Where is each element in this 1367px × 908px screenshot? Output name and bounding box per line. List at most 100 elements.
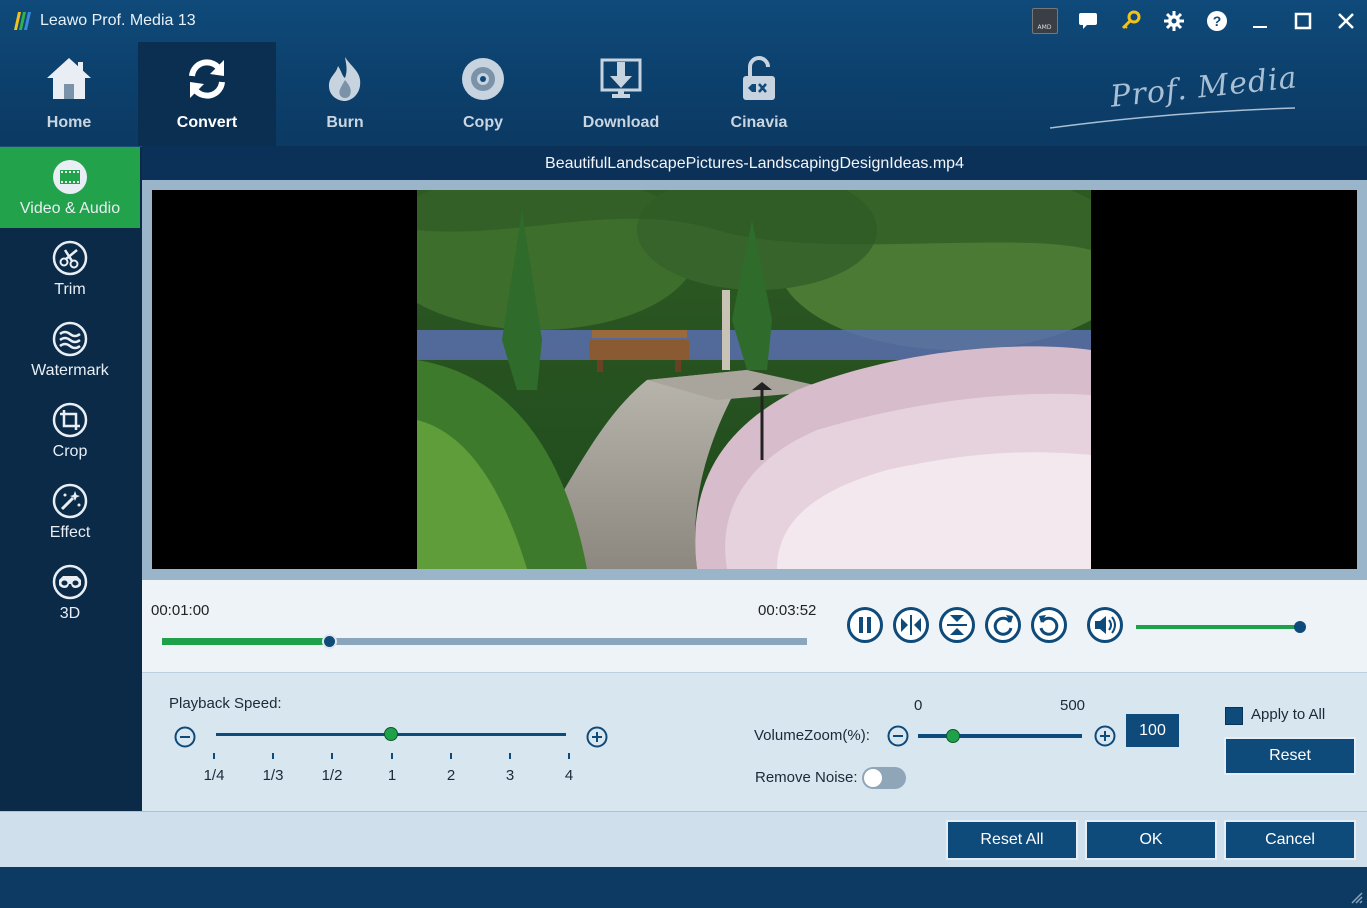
nav-home-label: Home [46,114,92,131]
current-time: 00:01:00 [151,602,210,619]
app-title: Leawo Prof. Media 13 [40,12,196,29]
cancel-button[interactable]: Cancel [1224,820,1356,860]
speed-tick-label: 2 [446,767,456,784]
volume-zoom-decrease-button[interactable] [887,725,909,747]
speed-increase-button[interactable] [586,726,608,748]
watermark-icon [52,321,88,356]
sidebar-item-trim[interactable]: Trim [0,228,140,309]
speed-tick-label: 3 [505,767,515,784]
crop-icon [52,402,88,437]
nav-download[interactable]: Download [552,42,690,146]
volume-slider[interactable] [1136,625,1302,629]
video-frame-image [417,190,1091,569]
volume-zoom-slider[interactable] [918,734,1082,738]
total-time: 00:03:52 [758,602,817,619]
volume-handle[interactable] [1294,621,1306,633]
main-nav: Home Convert Burn Copy Download Cinavia [0,42,828,146]
volume-zoom-min: 0 [914,697,923,714]
seek-handle[interactable] [321,634,337,649]
pause-button[interactable] [846,606,884,644]
speed-tick-mark [568,753,570,759]
sidebar-item-crop[interactable]: Crop [0,390,140,471]
volume-zoom-increase-button[interactable] [1094,725,1116,747]
nav-copy-label: Copy [463,114,503,131]
chat-icon[interactable] [1066,0,1109,42]
nav-convert[interactable]: Convert [138,42,276,146]
rotate-clockwise-button[interactable] [984,606,1022,644]
close-icon[interactable] [1324,0,1367,42]
flip-horizontal-button[interactable] [892,606,930,644]
gear-icon[interactable] [1152,0,1195,42]
maximize-icon[interactable] [1281,0,1324,42]
speed-tick-label: 1 [387,767,397,784]
nav-burn[interactable]: Burn [276,42,414,146]
film-icon [53,159,87,194]
speed-tick-label: 1/4 [203,767,225,784]
remove-noise-toggle[interactable] [862,767,906,789]
svg-text:?: ? [1212,13,1221,29]
amd-icon[interactable]: AMD [1023,0,1066,42]
title-bar-icons: AMD ? [1023,0,1367,42]
speed-tick-mark [331,753,333,759]
nav-cinavia-label: Cinavia [730,114,788,131]
playback-controls: 00:01:00 00:03:52 [142,580,1367,672]
volume-zoom-handle[interactable] [946,729,960,743]
ok-button[interactable]: OK [1085,820,1217,860]
nav-home[interactable]: Home [0,42,138,146]
brand-swoosh [1049,107,1296,129]
key-icon[interactable] [1109,0,1152,42]
resize-grip-icon[interactable] [1349,890,1363,904]
seek-bar[interactable] [162,634,807,649]
nav-burn-label: Burn [326,114,364,131]
sidebar-item-3d[interactable]: 3D [0,552,140,633]
sidebar-item-label: Watermark [31,361,109,379]
sidebar-item-video-audio[interactable]: Video & Audio [0,147,140,228]
settings-panel: Playback Speed: 1/4 1/3 1/2 1 2 3 4 VolumeZoom… [142,672,1367,811]
download-icon [600,58,642,98]
speed-tick-label: 1/2 [321,767,343,784]
speed-handle[interactable] [384,727,398,741]
nav-copy[interactable]: Copy [414,42,552,146]
sidebar-item-label: Video & Audio [19,199,121,217]
rotate-counterclockwise-button[interactable] [1030,606,1068,644]
nav-cinavia[interactable]: Cinavia [690,42,828,146]
toggle-knob [864,769,882,787]
sidebar-item-label: Trim [54,280,86,298]
speed-tick-mark [509,753,511,759]
speed-tick-label: 4 [564,767,574,784]
apply-to-all-checkbox[interactable] [1225,707,1243,725]
volume-icon[interactable] [1086,606,1124,644]
speed-tick-mark [391,753,393,759]
app-logo-icon [14,12,31,30]
brand-logo: Prof. Media [1040,60,1310,137]
top-bar: Leawo Prof. Media 13 AMD ? Home Convert … [0,0,1367,146]
volume-zoom-value[interactable]: 100 [1126,714,1179,747]
magic-wand-icon [52,483,88,518]
3d-glasses-icon [52,564,88,599]
nav-convert-label: Convert [176,114,238,131]
speed-tick-mark [450,753,452,759]
reset-button[interactable]: Reset [1224,737,1356,775]
speed-decrease-button[interactable] [174,726,196,748]
sidebar-item-effect[interactable]: Effect [0,471,140,552]
home-icon [47,58,91,99]
video-preview[interactable] [152,190,1357,569]
sidebar: Video & Audio Trim Watermark Crop Effect… [0,146,142,811]
minimize-icon[interactable] [1238,0,1281,42]
speed-tick-mark [213,753,215,759]
volume-zoom-max: 500 [1060,697,1086,714]
remove-noise-label: Remove Noise: [755,769,858,786]
scissors-icon [52,240,88,275]
flame-icon [328,57,361,101]
help-icon[interactable]: ? [1195,0,1238,42]
sidebar-item-watermark[interactable]: Watermark [0,309,140,390]
playback-speed-label: Playback Speed: [169,695,282,712]
flip-vertical-button[interactable] [938,606,976,644]
sidebar-item-label: Crop [52,442,88,460]
reset-all-button[interactable]: Reset All [946,820,1078,860]
amd-badge: AMD [1031,8,1058,34]
convert-icon [189,59,225,99]
disc-icon [462,58,504,100]
unlock-icon [743,56,775,100]
main-panel: BeautifulLandscapePictures-LandscapingDe… [142,146,1367,811]
